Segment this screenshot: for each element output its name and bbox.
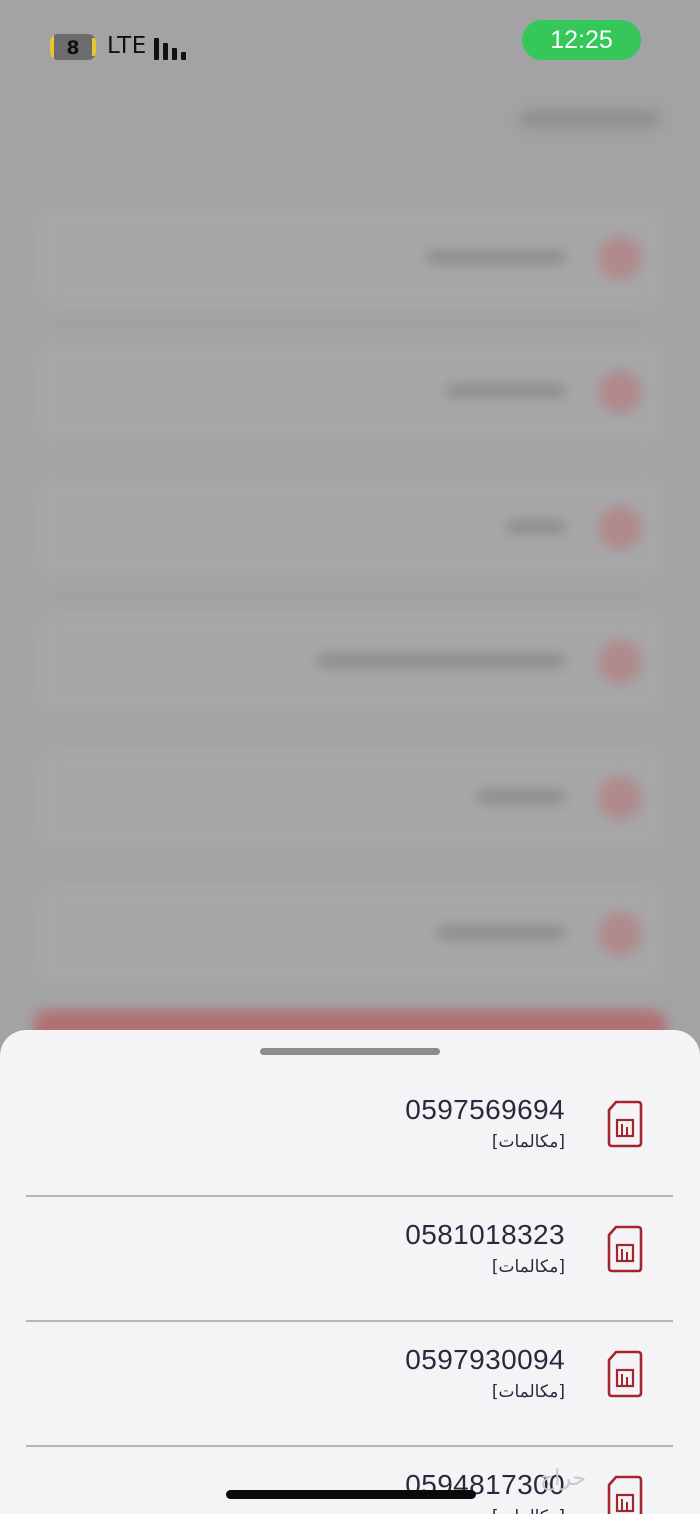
line-type: [مكالمات] — [492, 1507, 565, 1514]
line-number: 0581018323 — [405, 1219, 565, 1250]
line-selector-sheet: 0597569694 [مكالمات] 0581018323 [مكالمات… — [0, 1030, 700, 1514]
line-number: 0597930094 — [405, 1344, 565, 1375]
sheet-handle[interactable] — [260, 1048, 440, 1055]
battery-level: 8 — [66, 37, 80, 59]
sim-card-icon — [607, 1100, 643, 1148]
line-type: [مكالمات] — [491, 1132, 565, 1152]
line-item[interactable]: 0597569694 [مكالمات] — [26, 1072, 673, 1197]
line-type: [مكالمات] — [491, 1382, 565, 1402]
line-item[interactable]: 0581018323 [مكالمات] — [26, 1197, 673, 1322]
watermark-logo: حراج — [540, 1466, 587, 1491]
status-time: 12:25 — [522, 20, 641, 60]
sim-card-icon — [607, 1225, 643, 1273]
signal-icon — [154, 36, 194, 60]
line-number: 0597569694 — [405, 1094, 565, 1125]
line-item[interactable]: 0597930094 [مكالمات] — [26, 1322, 673, 1447]
sim-card-icon — [607, 1475, 643, 1514]
blurred-background — [0, 90, 700, 1070]
network-type: LTE — [107, 33, 147, 59]
home-indicator[interactable] — [226, 1490, 476, 1499]
sim-card-icon — [607, 1350, 643, 1398]
line-type: [مكالمات] — [491, 1257, 565, 1277]
status-bar: 8 LTE 12:25 — [0, 0, 700, 90]
battery-icon: 8 — [50, 34, 96, 60]
